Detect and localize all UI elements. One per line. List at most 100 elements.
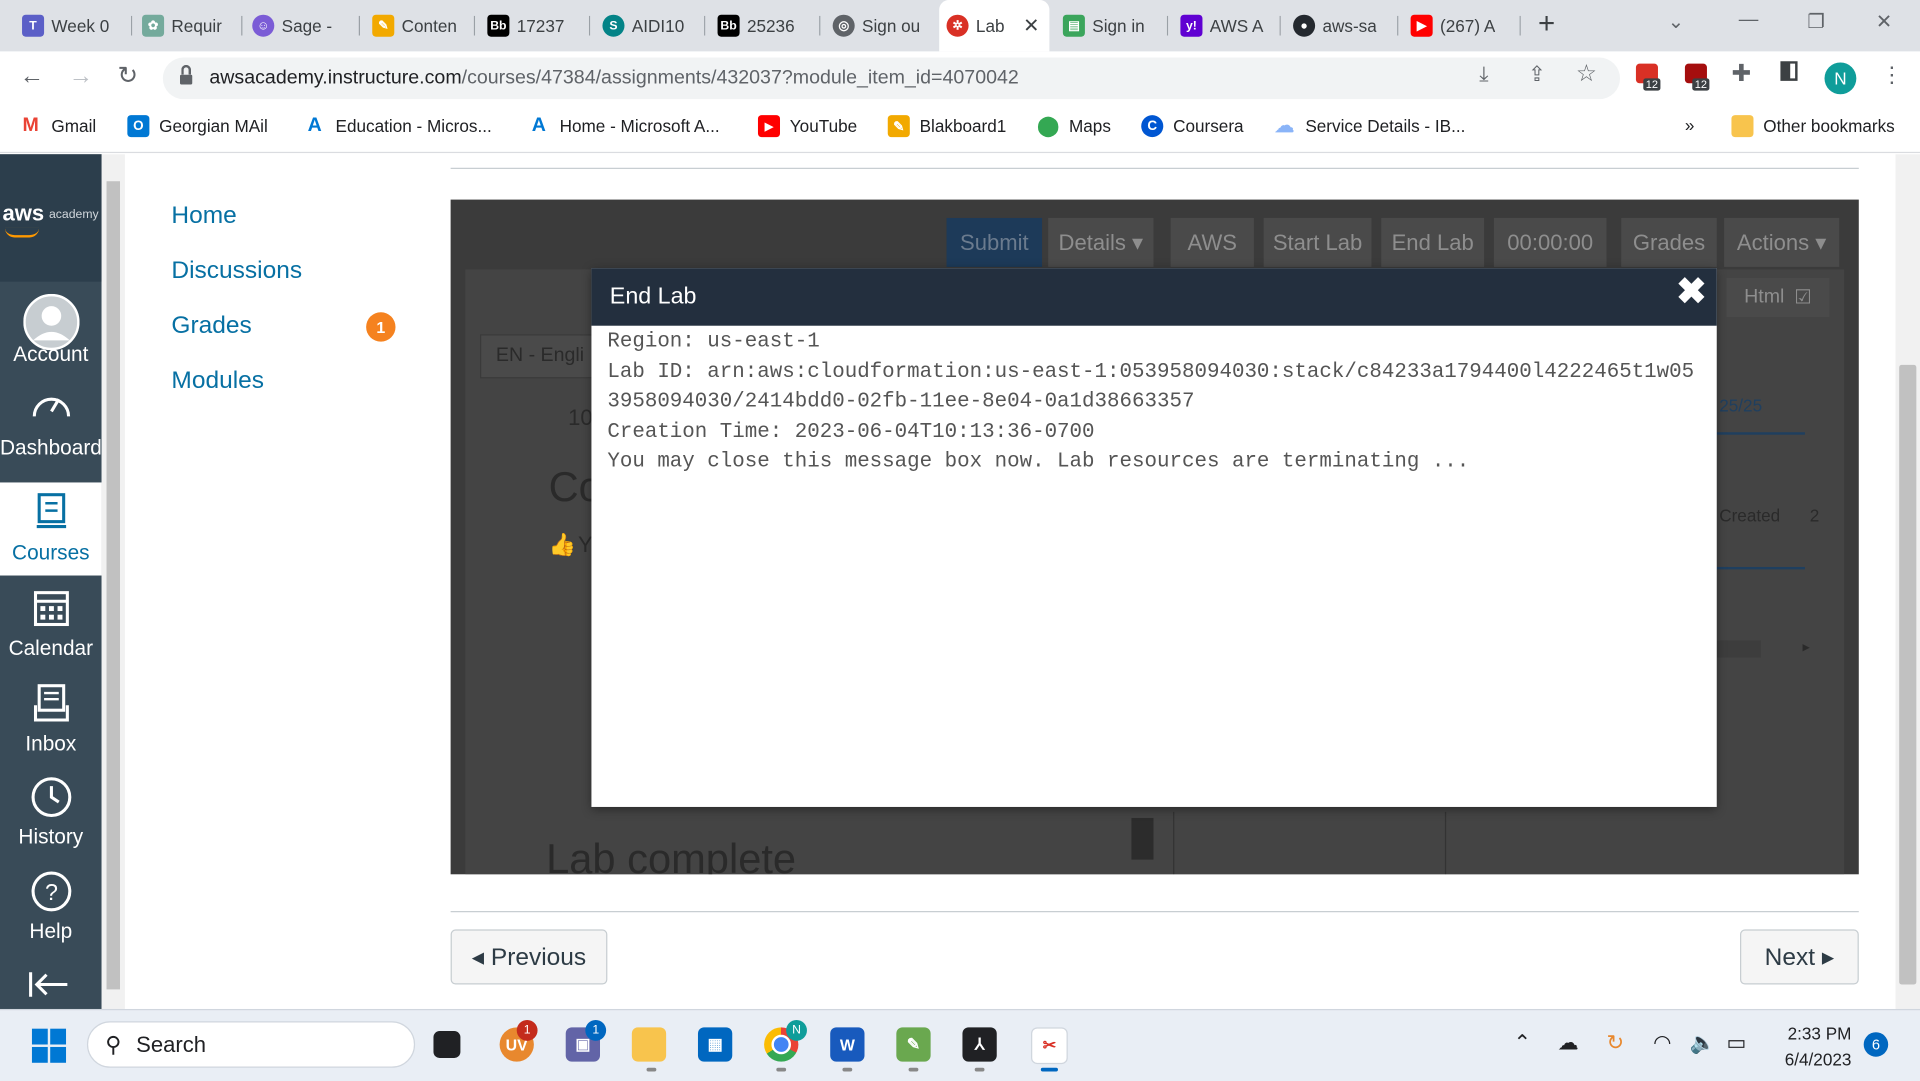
search-icon: ⚲: [105, 1031, 122, 1057]
next-button[interactable]: Next ▸: [1740, 929, 1859, 985]
notepad-icon[interactable]: ✎: [896, 1027, 931, 1062]
actions-button[interactable]: Actions ▾: [1724, 217, 1840, 267]
browser-tab[interactable]: T Week 0: [15, 7, 133, 44]
bookmark-education[interactable]: A Education - Micros...: [303, 115, 492, 138]
microsoft-store-icon[interactable]: ▦: [697, 1027, 733, 1062]
browser-tab[interactable]: y! AWS A: [1173, 7, 1281, 44]
course-nav-discussions[interactable]: Discussions: [171, 257, 302, 285]
browser-tab[interactable]: ☺ Sage -: [245, 7, 361, 44]
nav-dashboard[interactable]: Dashboard: [0, 377, 102, 470]
aws-button[interactable]: AWS: [1170, 217, 1254, 267]
bookmark-gmail[interactable]: M Gmail: [19, 115, 96, 138]
bookmark-youtube[interactable]: ▶ YouTube: [757, 115, 857, 138]
collapse-nav-icon[interactable]: [27, 970, 71, 1003]
browser-tab[interactable]: ✎ Conten: [365, 7, 476, 44]
bookmark-georgian-mail[interactable]: O Georgian MAil: [127, 115, 268, 138]
onedrive-icon[interactable]: ☁: [1558, 1031, 1579, 1055]
extension-icon[interactable]: 12: [1635, 63, 1663, 91]
nav-scrollbar[interactable]: [101, 154, 125, 1009]
course-nav-home[interactable]: Home: [171, 202, 236, 230]
page-scrollbar[interactable]: [1895, 154, 1920, 1009]
bookmark-coursera[interactable]: C Coursera: [1141, 115, 1244, 138]
extension-icon[interactable]: 12: [1684, 63, 1712, 91]
file-explorer-icon[interactable]: [631, 1027, 667, 1062]
notification-badge: 1: [585, 1020, 607, 1041]
new-tab-button[interactable]: +: [1538, 9, 1555, 39]
bookmark-home-microsoft[interactable]: A Home - Microsoft A...: [527, 115, 720, 138]
back-icon[interactable]: ←: [20, 64, 44, 88]
restore-icon[interactable]: ❐: [1807, 10, 1825, 34]
close-window-icon[interactable]: ✕: [1876, 10, 1892, 34]
end-lab-button[interactable]: End Lab: [1381, 217, 1485, 267]
tab-search-icon[interactable]: ⌄: [1668, 10, 1684, 34]
browser-menu-icon[interactable]: ⋮: [1881, 62, 1903, 88]
globe-icon: ◎: [832, 14, 855, 37]
extensions-puzzle-icon[interactable]: ✚: [1731, 60, 1750, 88]
browser-tab[interactable]: ◎ Sign ou: [825, 7, 935, 44]
volume-icon[interactable]: 🔈: [1690, 1031, 1716, 1055]
browser-tab[interactable]: ▶ (267) A: [1403, 7, 1521, 44]
task-view-icon[interactable]: [433, 1031, 461, 1058]
details-button[interactable]: Details ▾: [1048, 217, 1154, 267]
browser-tab[interactable]: Bb 25236: [710, 7, 821, 44]
divider: [450, 911, 1859, 913]
close-tab-icon[interactable]: ✕: [1023, 13, 1039, 37]
other-bookmarks[interactable]: Other bookmarks: [1731, 115, 1895, 138]
aws-academy-logo[interactable]: aws academy: [0, 154, 102, 282]
reload-icon[interactable]: ↻: [118, 64, 139, 88]
bookmark-service-details[interactable]: ☁ Service Details - IB...: [1273, 115, 1465, 138]
browser-tab[interactable]: S AIDI10: [595, 7, 706, 44]
nav-history[interactable]: History: [0, 767, 102, 860]
battery-icon[interactable]: ▭: [1727, 1031, 1747, 1055]
taskbar-clock[interactable]: 2:33 PM 6/4/2023: [1776, 1021, 1852, 1072]
nav-help[interactable]: ? Help: [0, 861, 102, 954]
bookmark-star-icon[interactable]: ☆: [1576, 60, 1597, 88]
install-icon[interactable]: ⤓: [1479, 62, 1488, 86]
course-nav-grades[interactable]: Grades: [171, 312, 251, 340]
submit-button[interactable]: Submit: [946, 217, 1043, 267]
close-icon[interactable]: ✖: [1676, 274, 1707, 311]
acrobat-icon[interactable]: ⅄: [962, 1027, 997, 1062]
course-nav-modules[interactable]: Modules: [171, 367, 264, 395]
browser-tab-bar: T Week 0 ✿ Requir ☺ Sage - ✎ Conten Bb 17237 …: [0, 0, 1920, 52]
browser-tab-active[interactable]: ✲ Lab ✕: [939, 0, 1050, 52]
browser-tab[interactable]: ✿ Requir: [135, 7, 243, 44]
notifications-badge[interactable]: 6: [1863, 1032, 1889, 1057]
browser-tab[interactable]: Bb 17237: [480, 7, 591, 44]
snipping-tool-icon[interactable]: ✂: [1031, 1027, 1068, 1065]
grades-button[interactable]: Grades: [1621, 217, 1717, 267]
chevron-up-icon[interactable]: ⌃: [1513, 1031, 1530, 1055]
browser-tab[interactable]: ▤ Sign in: [1056, 7, 1169, 44]
share-icon[interactable]: ⇪: [1528, 62, 1545, 86]
nav-courses[interactable]: Courses: [0, 482, 102, 576]
sync-icon[interactable]: ↻: [1607, 1031, 1624, 1055]
url-text[interactable]: awsacademy.instructure.com/courses/47384…: [209, 67, 1018, 89]
dashboard-icon: [30, 387, 72, 427]
address-bar[interactable]: awsacademy.instructure.com/courses/47384…: [162, 57, 1621, 100]
forward-icon[interactable]: →: [69, 64, 93, 88]
bookmark-blakboard1[interactable]: ✎ Blakboard1: [887, 115, 1006, 138]
profile-avatar[interactable]: N: [1824, 62, 1857, 95]
minimize-icon[interactable]: —: [1739, 10, 1759, 32]
end-lab-dialog: End Lab ✖ Region: us-east-1 Lab ID: arn:…: [591, 268, 1717, 807]
bookmark-maps[interactable]: ⬤ Maps: [1037, 115, 1111, 138]
nav-account[interactable]: Account: [0, 284, 102, 377]
more-bookmarks-button[interactable]: »: [1685, 115, 1695, 135]
language-select[interactable]: EN - Engli: [480, 334, 603, 379]
windows-taskbar: ⚲ Search UV 1 ▣ 1 ▦ N W ✎ ⅄ ✂ ⌃ ☁ ↻ ◠ 🔈 …: [0, 1008, 1920, 1081]
nav-calendar[interactable]: Calendar: [0, 578, 102, 671]
lock-icon[interactable]: [180, 64, 193, 86]
start-lab-button[interactable]: Start Lab: [1263, 217, 1372, 267]
divider: [450, 167, 1859, 169]
html-toggle[interactable]: Html ☑: [1726, 277, 1830, 318]
chevron-right-icon[interactable]: ▸: [1802, 638, 1809, 655]
windows-start-icon[interactable]: [31, 1028, 67, 1067]
side-panel-icon[interactable]: [1780, 61, 1798, 81]
word-icon[interactable]: W: [830, 1027, 865, 1062]
browser-tab[interactable]: ● aws-sa: [1286, 7, 1399, 44]
wifi-icon[interactable]: ◠: [1653, 1031, 1671, 1055]
previous-button[interactable]: ◂ Previous: [450, 929, 608, 985]
dialog-body: Region: us-east-1 Lab ID: arn:aws:cloudf…: [607, 328, 1703, 478]
nav-inbox[interactable]: Inbox: [0, 673, 102, 766]
taskbar-search[interactable]: ⚲ Search: [86, 1021, 416, 1068]
